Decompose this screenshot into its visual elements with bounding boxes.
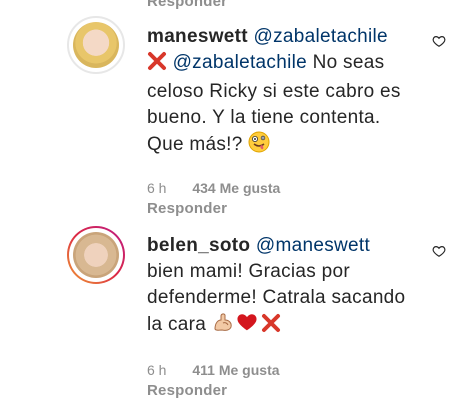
avatar-belen-soto[interactable] [67,226,125,284]
avatar-maneswett[interactable] [67,16,125,74]
cross-mark-icon [261,313,281,341]
comment-mention[interactable]: @maneswett [256,235,370,256]
comment-mention[interactable]: @zabaletachile [254,26,388,47]
reply-button[interactable]: Responder [147,382,227,399]
comment-mention[interactable]: @zabaletachile [173,52,307,73]
comment-username[interactable]: belen_soto [147,235,250,256]
comment-username[interactable]: maneswett [147,26,248,47]
zany-face-icon [248,131,270,161]
cross-mark-icon [147,51,167,79]
like-heart-icon[interactable] [432,34,446,48]
like-heart-icon[interactable] [432,244,446,258]
comment-likes-count[interactable]: 411 Me gusta [192,362,279,378]
reply-button[interactable]: Responder [147,200,227,217]
comment-body: belen_soto @maneswett bien mami! Gracias… [147,233,417,341]
avatar-image [73,232,119,278]
comment-time[interactable]: 6 h [147,180,166,196]
comment-time[interactable]: 6 h [147,362,166,378]
red-heart-icon [236,311,258,341]
comment-meta: 6 h 411 Me gusta [147,361,280,379]
previous-reply-button[interactable]: Responder [147,0,227,10]
avatar-image [73,22,119,68]
comment-likes-count[interactable]: 434 Me gusta [192,180,280,196]
comment-body: maneswett @zabaletachile @zabaletachile … [147,24,417,161]
comment-meta: 6 h 434 Me gusta [147,179,280,197]
flexed-biceps-icon [212,311,234,341]
